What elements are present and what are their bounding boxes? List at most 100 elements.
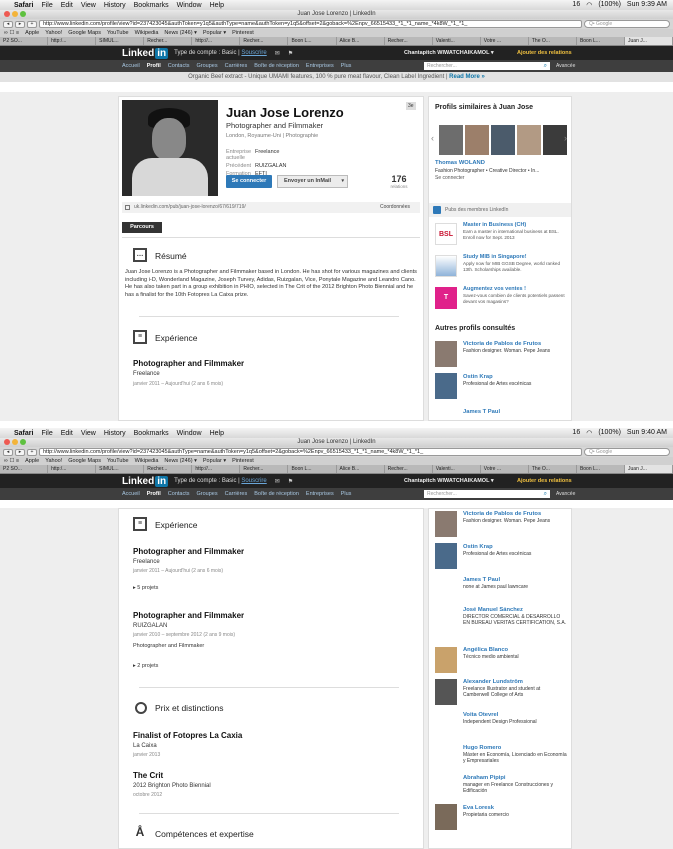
clock[interactable]: Sun 9:40 AM <box>627 429 667 437</box>
wifi-icon[interactable]: ◠ <box>586 429 592 437</box>
viewed-profile-name[interactable]: Angélica Blanco <box>463 647 508 653</box>
menu-app-name[interactable]: Safari <box>14 2 33 9</box>
nav-inbox[interactable]: Boîte de réception <box>254 63 299 69</box>
close-icon[interactable] <box>4 439 10 445</box>
close-icon[interactable] <box>4 11 10 17</box>
viewed-profile-name[interactable]: Victoria de Pablos de Frutos <box>463 341 541 347</box>
zoom-icon[interactable] <box>20 439 26 445</box>
menu-bookmarks[interactable]: Bookmarks <box>134 2 169 9</box>
viewed-profile-name[interactable]: Hugo Romero <box>463 745 501 751</box>
forward-icon[interactable]: ▸ <box>15 20 25 28</box>
url-bar[interactable]: http://www.linkedin.com/profile/view?id=… <box>39 448 582 456</box>
linkedin-logo[interactable]: Linked in <box>122 475 169 487</box>
similar-name[interactable]: Thomas WOLAND <box>435 160 485 166</box>
browser-tab[interactable]: Boon L... <box>288 37 337 45</box>
nav-entreprises[interactable]: Entreprises <box>306 63 334 69</box>
chevron-left-icon[interactable]: ‹ <box>431 133 434 143</box>
ad-title[interactable]: Augmentez vos ventes ! <box>463 286 526 292</box>
nav-contacts[interactable]: Contacts <box>168 63 190 69</box>
bookmark-item[interactable]: Google Maps <box>68 458 101 464</box>
browser-tab[interactable]: Votre ... <box>481 465 529 473</box>
nav-profil[interactable]: Profil <box>147 491 161 497</box>
reading-list-icon[interactable]: ∞ ☐ ≡ <box>4 458 19 464</box>
bookmark-item[interactable]: YouTube <box>107 458 129 464</box>
similar-connect-link[interactable]: Se connecter <box>435 175 464 181</box>
wifi-icon[interactable]: ◠ <box>586 1 592 9</box>
menu-edit[interactable]: Edit <box>61 2 73 9</box>
inbox-icon[interactable]: ✉ <box>275 478 280 485</box>
viewed-profile-avatar[interactable] <box>435 679 457 705</box>
flag-icon[interactable]: ⚑ <box>288 50 293 57</box>
ad-image[interactable] <box>435 255 457 277</box>
ad-title[interactable]: Study MIB in Singapore! <box>463 254 527 260</box>
advanced-search-link[interactable]: Avancée <box>556 491 575 497</box>
bookmark-item[interactable]: Pinterest <box>232 458 254 464</box>
ad-logo[interactable]: T <box>435 287 457 309</box>
bookmark-item[interactable]: YouTube <box>107 30 129 36</box>
back-icon[interactable]: ◂ <box>3 20 13 28</box>
projects-toggle[interactable]: ▸ 5 projets <box>133 585 158 591</box>
browser-tab[interactable]: http:/... <box>48 37 97 45</box>
viewed-profile-name[interactable]: Alexander Lundström <box>463 679 523 685</box>
bookmark-item[interactable]: Popular ▾ <box>203 30 226 36</box>
menu-history[interactable]: History <box>104 430 126 437</box>
menu-help[interactable]: Help <box>210 430 224 437</box>
url-bar[interactable]: http://www.linkedin.com/profile/view?id=… <box>39 20 582 28</box>
menu-file[interactable]: File <box>41 2 52 9</box>
browser-tab[interactable]: Alice B... <box>337 37 385 45</box>
minimize-icon[interactable] <box>12 11 18 17</box>
similar-profile-thumb[interactable] <box>439 125 463 155</box>
job-company[interactable]: Freelance <box>133 371 160 377</box>
browser-tab[interactable]: P2 SO... <box>0 465 49 473</box>
tab-parcours[interactable]: Parcours <box>122 222 162 233</box>
browser-tab[interactable]: Recher... <box>144 465 193 473</box>
chevron-down-icon[interactable]: ▾ <box>341 176 344 187</box>
browser-tab[interactable]: Boon L... <box>288 465 337 473</box>
menu-edit[interactable]: Edit <box>61 430 73 437</box>
nav-carrieres[interactable]: Carrières <box>225 491 248 497</box>
nav-contacts[interactable]: Contacts <box>168 491 190 497</box>
viewed-profile-avatar[interactable] <box>435 373 457 399</box>
nav-groupes[interactable]: Groupes <box>197 491 218 497</box>
user-menu[interactable]: Chantapitch WIWATCHAIKAMOL ▾ <box>404 478 494 484</box>
user-menu[interactable]: Chantapitch WIWATCHAIKAMOL ▾ <box>404 50 494 56</box>
menu-history[interactable]: History <box>104 2 126 9</box>
viewed-profile-avatar[interactable] <box>435 647 457 673</box>
browser-tab[interactable]: Recher... <box>144 37 193 45</box>
viewed-profile-name[interactable]: Abraham Pipipi <box>463 775 506 781</box>
browser-tab[interactable]: The O... <box>529 37 577 45</box>
viewed-profile-avatar[interactable] <box>435 341 457 367</box>
bookmark-item[interactable]: Google Maps <box>68 30 101 36</box>
bookmark-item[interactable]: Wikipedia <box>135 30 159 36</box>
coordinates-button[interactable]: Coordonnées <box>380 202 410 213</box>
menu-file[interactable]: File <box>41 430 52 437</box>
linkedin-search-input[interactable]: Rechercher... ⌕ <box>424 490 550 498</box>
similar-profile-thumb[interactable] <box>491 125 515 155</box>
browser-tab[interactable]: P2 SO... <box>0 37 49 45</box>
viewed-profile-name[interactable]: James T Paul <box>463 409 500 415</box>
bookmark-item[interactable]: Yahoo! <box>45 30 62 36</box>
viewed-profile-name[interactable]: Ostin Krap <box>463 544 493 550</box>
forward-icon[interactable]: ▸ <box>15 448 25 456</box>
viewed-profile-name[interactable]: Voita Otevrel <box>463 712 498 718</box>
browser-tab[interactable]: Valenti... <box>433 465 481 473</box>
similar-profile-thumb[interactable] <box>517 125 541 155</box>
nav-groupes[interactable]: Groupes <box>197 63 218 69</box>
browser-tab[interactable]: Recher... <box>385 465 433 473</box>
upgrade-link[interactable]: Souscrire <box>241 478 266 484</box>
nav-inbox[interactable]: Boîte de réception <box>254 491 299 497</box>
menu-view[interactable]: View <box>81 430 96 437</box>
search-icon[interactable]: ⌕ <box>544 490 547 498</box>
battery-label[interactable]: (100%) <box>598 429 621 437</box>
menu-window[interactable]: Window <box>177 2 202 9</box>
browser-tab[interactable]: Recher... <box>240 37 289 45</box>
minimize-icon[interactable] <box>12 439 18 445</box>
add-icon[interactable]: + <box>27 448 37 456</box>
bookmark-item[interactable]: Pinterest <box>232 30 254 36</box>
browser-tab[interactable]: Boon L... <box>577 465 626 473</box>
bookmark-item[interactable]: Yahoo! <box>45 458 62 464</box>
browser-tab-active[interactable]: Juan J... <box>625 465 673 473</box>
menu-bookmarks[interactable]: Bookmarks <box>134 430 169 437</box>
bookmark-item[interactable]: Popular ▾ <box>203 458 226 464</box>
google-search-input[interactable]: Q• Google <box>584 448 670 456</box>
